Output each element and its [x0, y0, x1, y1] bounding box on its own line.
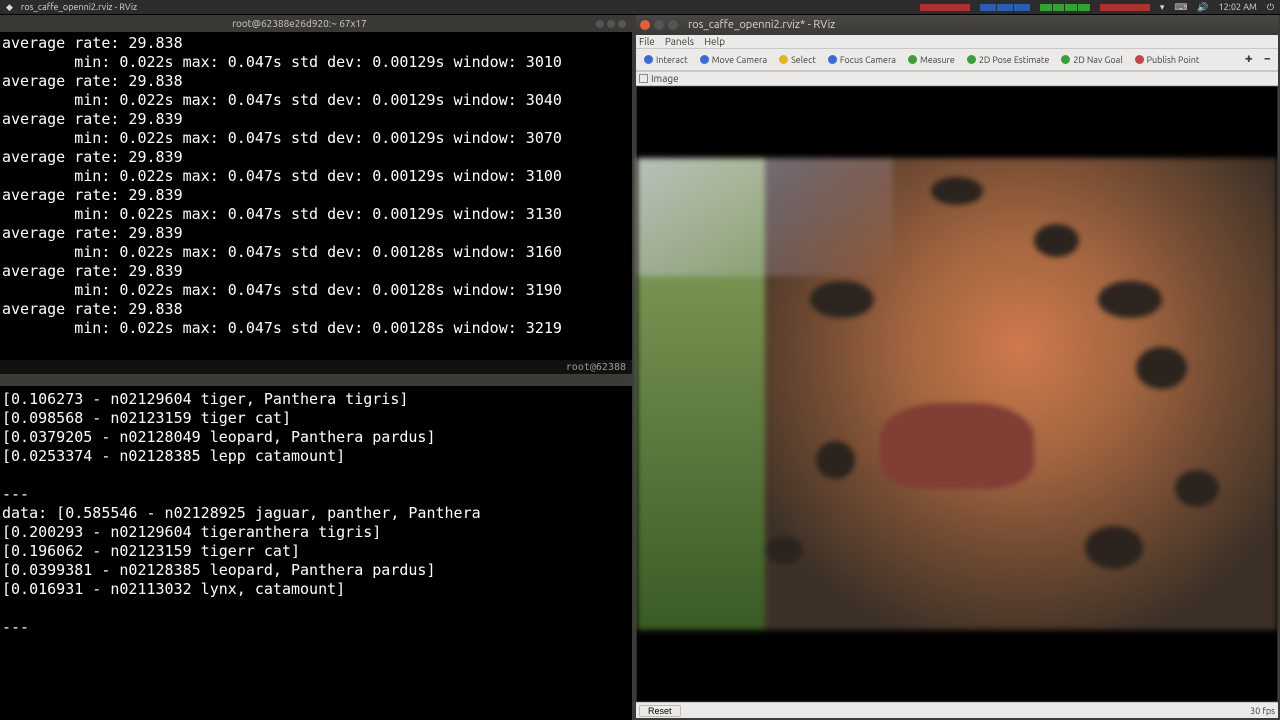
ubuntu-icon: ◆: [6, 2, 13, 13]
system-topbar: ◆ ros_caffe_openni2.rviz - RViz ▾ ⌨ 🔊 12…: [0, 0, 1280, 15]
rviz-toolbar[interactable]: Interact Move Camera Select Focus Camera Mea…: [636, 49, 1278, 71]
publish-point-icon: [1135, 55, 1144, 64]
terminal-classification[interactable]: [0.106273 - n02129604 tiger, Panthera ti…: [0, 386, 632, 720]
terminal-output: [0.106273 - n02129604 tiger, Panthera ti…: [0, 386, 632, 637]
move-camera-icon: [700, 55, 709, 64]
volume-icon[interactable]: 🔊: [1197, 2, 1208, 13]
tool-label: Interact: [656, 55, 688, 65]
minimize-icon[interactable]: [654, 20, 664, 30]
minimize-icon[interactable]: [596, 20, 604, 28]
tool-label: Publish Point: [1147, 55, 1200, 65]
close-icon[interactable]: [640, 20, 650, 30]
tool-publish-point[interactable]: Publish Point: [1130, 52, 1205, 68]
topbar-title: ros_caffe_openni2.rviz - RViz: [21, 2, 137, 13]
rviz-menubar[interactable]: File Panels Help: [636, 35, 1278, 49]
fps-readout: 30 fps: [1250, 706, 1275, 716]
terminal-output: average rate: 29.838 min: 0.022s max: 0.…: [0, 32, 632, 338]
close-icon[interactable]: [618, 20, 626, 28]
footer-right: root@62388: [566, 358, 626, 375]
tool-2d-nav-goal[interactable]: 2D Nav Goal: [1056, 52, 1127, 68]
undock-icon[interactable]: [639, 74, 648, 83]
2d-nav-goal-icon: [1061, 55, 1070, 64]
menu-help[interactable]: Help: [704, 36, 725, 47]
tool-interact[interactable]: Interact: [639, 52, 693, 68]
image-content: [637, 158, 1277, 631]
tool-label: 2D Pose Estimate: [979, 55, 1050, 65]
keyboard-icon[interactable]: ⌨: [1174, 2, 1187, 13]
maximize-icon[interactable]: [607, 20, 615, 28]
2d-pose-estimate-icon: [967, 55, 976, 64]
tool-label: Select: [791, 55, 816, 65]
tool-2d-pose-estimate[interactable]: 2D Pose Estimate: [962, 52, 1055, 68]
power-icon[interactable]: ⏻: [1267, 2, 1274, 13]
tool-label: Measure: [920, 55, 955, 65]
rviz-statusbar: Reset 30 fps: [636, 702, 1278, 718]
tool-measure[interactable]: Measure: [903, 52, 960, 68]
tool-focus-camera[interactable]: Focus Camera: [823, 52, 901, 68]
menu-file[interactable]: File: [639, 36, 655, 47]
maximize-icon[interactable]: [668, 20, 678, 30]
add-tool-button[interactable]: ✚: [1240, 51, 1258, 68]
system-meter: [980, 4, 1030, 11]
tool-move-camera[interactable]: Move Camera: [695, 52, 772, 68]
interact-icon: [644, 55, 653, 64]
rviz-image-view: [636, 86, 1278, 702]
clock[interactable]: 12:02 AM: [1219, 2, 1257, 12]
panel-title: Image: [651, 73, 679, 84]
select-icon: [779, 55, 788, 64]
tool-label: Focus Camera: [840, 55, 896, 65]
menu-panels[interactable]: Panels: [665, 36, 694, 47]
rviz-titlebar[interactable]: ros_caffe_openni2.rviz* - RViz: [636, 15, 1278, 35]
rviz-title: ros_caffe_openni2.rviz* - RViz: [688, 19, 835, 31]
terminal-rostopic-hz[interactable]: root@62388e26d920:~ 67x17 average rate: …: [0, 15, 632, 374]
rviz-image-panel-header[interactable]: Image: [636, 71, 1278, 86]
focus-camera-icon: [828, 55, 837, 64]
tool-select[interactable]: Select: [774, 52, 821, 68]
terminal-titlebar[interactable]: root@62388e26d920:~ 67x17: [0, 15, 632, 32]
system-meter: [1100, 4, 1150, 11]
tool-label: Move Camera: [712, 55, 767, 65]
rviz-window: ros_caffe_openni2.rviz* - RViz File Panel…: [636, 15, 1278, 718]
measure-icon: [908, 55, 917, 64]
system-meter: [920, 4, 970, 11]
remove-tool-button[interactable]: ━: [1260, 51, 1275, 68]
reset-button[interactable]: Reset: [639, 705, 681, 717]
terminal-footer: root@62388: [0, 360, 632, 374]
network-icon[interactable]: ▾: [1160, 2, 1165, 13]
tool-label: 2D Nav Goal: [1073, 55, 1122, 65]
terminal-title: root@62388e26d920:~ 67x17: [232, 15, 367, 33]
system-meter: [1040, 4, 1090, 11]
